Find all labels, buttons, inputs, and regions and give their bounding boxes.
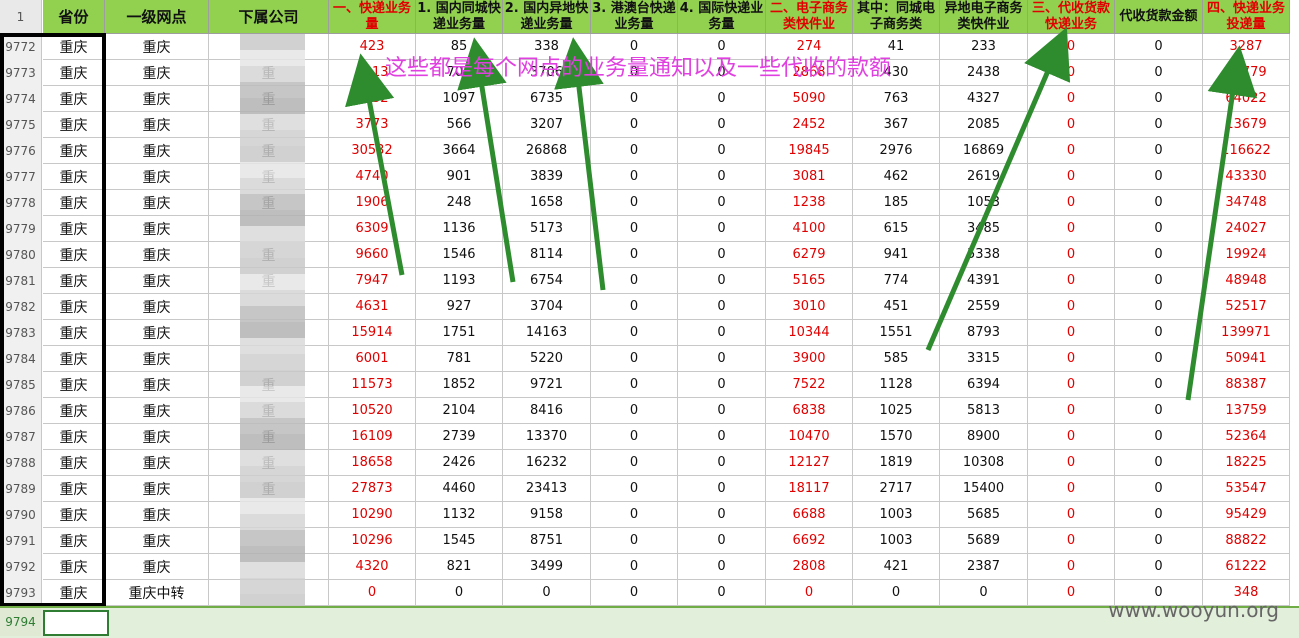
arrow xyxy=(1185,45,1258,401)
annotation-text: 这些都是每个网点的业务量通知以及一些代收的款额 xyxy=(385,56,892,81)
arrow xyxy=(345,53,405,276)
arrow xyxy=(457,37,516,283)
watermark: www.wooyun.org xyxy=(1108,598,1279,622)
arrow xyxy=(925,27,1071,351)
annotation-arrows xyxy=(345,27,1258,401)
arrow xyxy=(554,37,606,291)
